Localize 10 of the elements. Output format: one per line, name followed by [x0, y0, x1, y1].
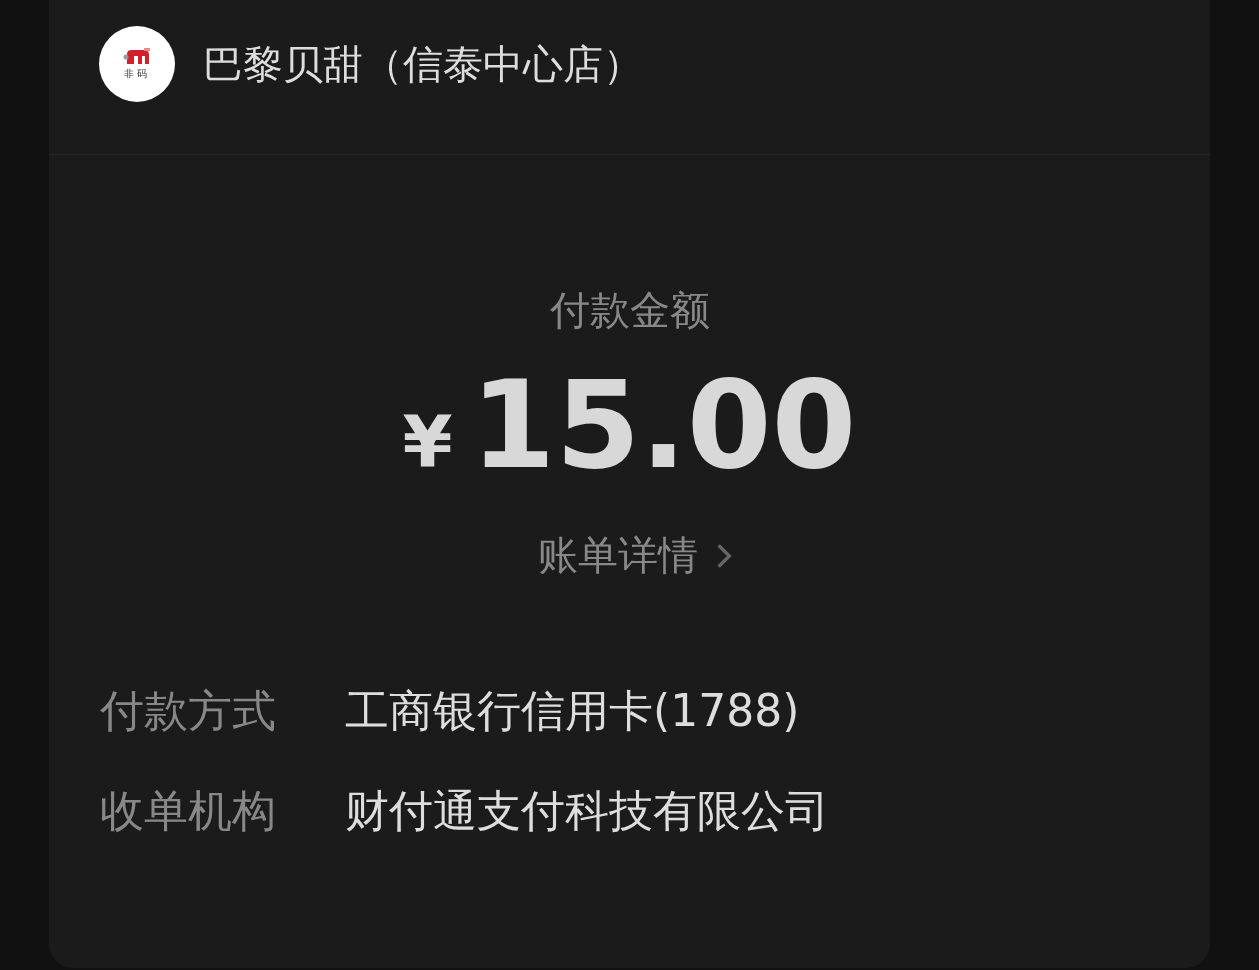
- info-label: 付款方式: [100, 684, 277, 738]
- info-label: 收单机构: [100, 784, 277, 838]
- bill-details-link[interactable]: 账单详情: [537, 528, 732, 583]
- logo-text: 非码: [124, 67, 150, 81]
- amount-label: 付款金额: [549, 286, 710, 335]
- merchant-name: 巴黎贝甜（信泰中心店）: [203, 39, 643, 89]
- currency-symbol: ¥: [402, 400, 453, 484]
- info-value: 财付通支付科技有限公司: [345, 784, 829, 838]
- info-value: 工商银行信用卡(1788): [345, 684, 800, 738]
- amount-value: 15.00: [470, 364, 857, 486]
